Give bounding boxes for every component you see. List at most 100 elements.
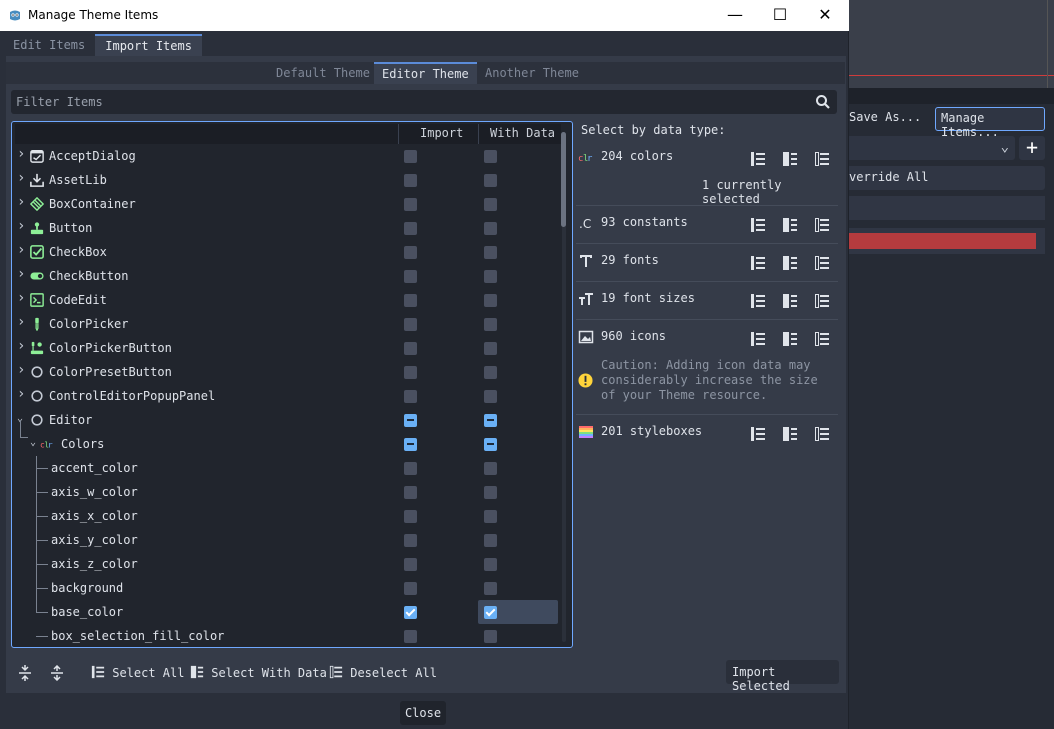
with-data-checkbox[interactable] [484, 462, 497, 475]
tree-row[interactable]: › CheckBox [12, 240, 558, 264]
deselect-all-of-type-button[interactable] [814, 255, 830, 271]
tree-row[interactable]: accent_color [12, 456, 558, 480]
tree-row[interactable]: › ColorPickerButton [12, 336, 558, 360]
import-checkbox[interactable] [404, 606, 417, 619]
import-checkbox[interactable] [404, 438, 417, 451]
deselect-all-of-type-button[interactable] [814, 426, 830, 442]
import-checkbox[interactable] [404, 342, 417, 355]
minimize-icon[interactable]: — [720, 4, 750, 26]
with-data-checkbox[interactable] [484, 174, 497, 187]
save-as-button[interactable]: Save As... [849, 110, 921, 124]
collapse-all-icon[interactable] [17, 665, 33, 681]
deselect-all-of-type-button[interactable] [814, 217, 830, 233]
type-dropdown[interactable]: ⌄ [849, 136, 1015, 160]
import-checkbox[interactable] [404, 198, 417, 211]
close-button[interactable]: Close [400, 701, 446, 725]
tree-row[interactable]: › CodeEdit [12, 288, 558, 312]
select-all-of-type-button[interactable] [750, 426, 766, 442]
import-selected-button[interactable]: Import Selected [726, 660, 839, 693]
chevron-right-icon[interactable]: › [17, 362, 27, 378]
with-data-checkbox[interactable] [484, 318, 497, 331]
chevron-right-icon[interactable]: › [17, 266, 27, 282]
tree-row[interactable]: axis_z_color [12, 552, 558, 576]
with-data-checkbox[interactable] [484, 486, 497, 499]
with-data-checkbox[interactable] [484, 222, 497, 235]
deselect-all-of-type-button[interactable] [814, 151, 830, 167]
with-data-checkbox[interactable] [484, 198, 497, 211]
import-checkbox[interactable] [404, 318, 417, 331]
with-data-checkbox[interactable] [484, 414, 497, 427]
with-data-checkbox[interactable] [484, 558, 497, 571]
tab-edit-items[interactable]: Edit Items [3, 34, 96, 56]
with-data-checkbox[interactable] [484, 582, 497, 595]
with-data-checkbox[interactable] [484, 534, 497, 547]
select-with-data-of-type-button[interactable] [782, 331, 798, 347]
select-with-data-button[interactable]: Select With Data [186, 660, 331, 684]
import-checkbox[interactable] [404, 366, 417, 379]
deselect-all-of-type-button[interactable] [814, 293, 830, 309]
tree-scrollbar-thumb[interactable] [561, 132, 566, 227]
tab-another-theme[interactable]: Another Theme [477, 62, 587, 84]
select-all-button[interactable]: Select All [87, 660, 188, 684]
tree-row[interactable]: base_color [12, 600, 558, 624]
tab-default-theme[interactable]: Default Theme [268, 62, 378, 84]
with-data-checkbox[interactable] [484, 366, 497, 379]
import-checkbox[interactable] [404, 174, 417, 187]
tab-editor-theme[interactable]: Editor Theme [374, 62, 477, 84]
tree-row[interactable]: › CheckButton [12, 264, 558, 288]
close-icon[interactable]: ✕ [810, 4, 840, 26]
deselect-all-button[interactable]: Deselect All [325, 660, 441, 684]
chevron-right-icon[interactable]: › [17, 314, 27, 330]
import-checkbox[interactable] [404, 630, 417, 643]
import-checkbox[interactable] [404, 510, 417, 523]
import-checkbox[interactable] [404, 294, 417, 307]
import-checkbox[interactable] [404, 222, 417, 235]
tree-row[interactable]: › ControlEditorPopupPanel [12, 384, 558, 408]
expand-all-icon[interactable] [49, 665, 65, 681]
import-checkbox[interactable] [404, 414, 417, 427]
chevron-right-icon[interactable]: › [17, 146, 27, 162]
import-checkbox[interactable] [404, 534, 417, 547]
tab-import-items[interactable]: Import Items [95, 34, 202, 56]
import-checkbox[interactable] [404, 150, 417, 163]
chevron-down-icon[interactable]: ⌄ [17, 413, 27, 425]
tree-row[interactable]: background [12, 576, 558, 600]
chevron-right-icon[interactable]: › [17, 170, 27, 186]
maximize-icon[interactable]: ☐ [765, 4, 795, 26]
deselect-all-of-type-button[interactable] [814, 331, 830, 347]
add-type-button[interactable]: + [1019, 136, 1045, 160]
chevron-right-icon[interactable]: › [17, 290, 27, 306]
tree-row[interactable]: axis_y_color [12, 528, 558, 552]
import-checkbox[interactable] [404, 390, 417, 403]
manage-items-button[interactable]: Manage Items... [935, 107, 1045, 139]
tree-row[interactable]: box_selection_fill_color [12, 624, 558, 647]
with-data-checkbox[interactable] [484, 438, 497, 451]
import-checkbox[interactable] [404, 558, 417, 571]
chevron-right-icon[interactable]: › [17, 218, 27, 234]
select-all-of-type-button[interactable] [750, 151, 766, 167]
filter-items-input[interactable]: Filter Items [11, 90, 837, 114]
color-swatch[interactable] [849, 233, 1036, 249]
chevron-right-icon[interactable]: › [17, 386, 27, 402]
chevron-right-icon[interactable]: › [17, 194, 27, 210]
with-data-checkbox[interactable] [484, 150, 497, 163]
select-with-data-of-type-button[interactable] [782, 426, 798, 442]
import-checkbox[interactable] [404, 270, 417, 283]
select-with-data-of-type-button[interactable] [782, 151, 798, 167]
chevron-down-icon[interactable]: ⌄ [30, 437, 40, 449]
tree-row[interactable]: › AcceptDialog [12, 144, 558, 168]
select-with-data-of-type-button[interactable] [782, 293, 798, 309]
tree-row[interactable]: ⌄ Editor [12, 408, 558, 432]
select-all-of-type-button[interactable] [750, 331, 766, 347]
chevron-right-icon[interactable]: › [17, 242, 27, 258]
tree-row[interactable]: › ColorPicker [12, 312, 558, 336]
tree-row[interactable]: › Button [12, 216, 558, 240]
with-data-checkbox[interactable] [484, 606, 497, 619]
chevron-right-icon[interactable]: › [17, 338, 27, 354]
select-with-data-of-type-button[interactable] [782, 255, 798, 271]
with-data-checkbox[interactable] [484, 294, 497, 307]
tree-row[interactable]: › ColorPresetButton [12, 360, 558, 384]
tree-row[interactable]: axis_w_color [12, 480, 558, 504]
with-data-checkbox[interactable] [484, 510, 497, 523]
with-data-checkbox[interactable] [484, 390, 497, 403]
